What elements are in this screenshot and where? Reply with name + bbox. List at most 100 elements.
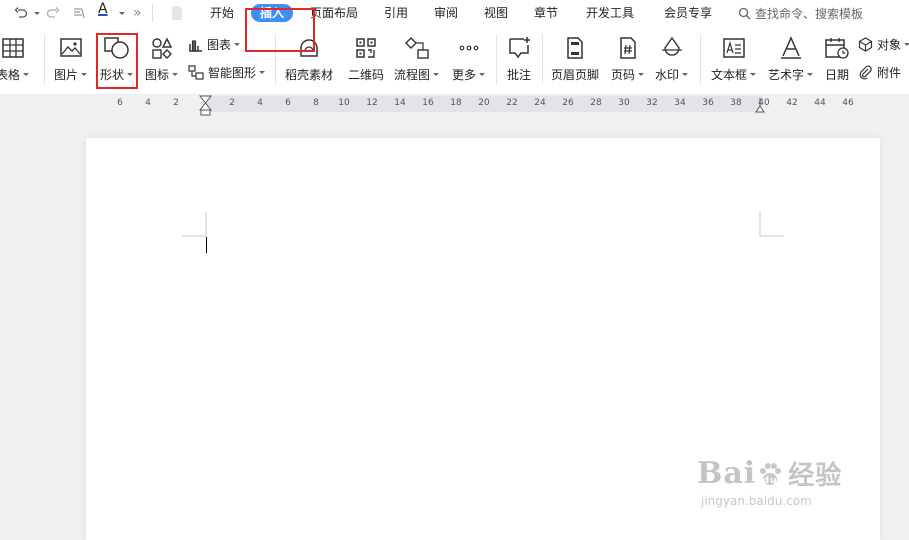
ruler-tick-label: 36 (702, 98, 714, 108)
search-box[interactable]: 查找命令、搜索模板 (738, 4, 863, 22)
top-left-margin-corner (182, 212, 207, 237)
watermark-button[interactable]: 水印 (655, 36, 689, 83)
insert-tab-highlight (245, 8, 315, 52)
more-quick-access-icon[interactable]: » (133, 4, 142, 22)
tab-page-layout[interactable]: 页面布局 (310, 4, 358, 22)
ruler-tick-label: 42 (786, 98, 798, 108)
ruler-tick-label: 4 (257, 98, 263, 108)
table-label: 表格 (0, 68, 21, 82)
shape-button-highlight (96, 33, 138, 89)
table-button[interactable]: 表格 (0, 36, 30, 83)
object-button[interactable]: 对象 (858, 36, 909, 53)
textbox-label: 文本框 (711, 68, 748, 82)
comment-icon (509, 37, 530, 59)
font-color-button[interactable]: A (98, 2, 108, 20)
picture-label: 图片 (54, 68, 79, 82)
ruler-tick-label: 14 (394, 98, 406, 108)
tab-view[interactable]: 视图 (484, 4, 508, 22)
qrcode-button[interactable]: 二维码 (348, 36, 384, 83)
ruler-tick-label: 46 (842, 98, 854, 108)
ruler-tick-label: 4 (145, 98, 151, 108)
icon-library-label: 图标 (145, 68, 170, 82)
font-color-letter: A (98, 1, 108, 17)
qrcode-label: 二维码 (348, 68, 385, 82)
icon-library-icon (151, 37, 172, 59)
menu-separator (152, 4, 153, 22)
baidu-watermark: Bai du 经验 jingyan.baidu.com (697, 455, 842, 508)
paperclip-icon (859, 65, 872, 80)
date-button[interactable]: 日期 (824, 36, 850, 83)
comment-button[interactable]: 批注 (507, 36, 531, 83)
date-label: 日期 (824, 68, 849, 82)
more-symbol: » (133, 5, 142, 21)
tab-developer[interactable]: 开发工具 (586, 4, 634, 22)
ruler-tick-label: 44 (814, 98, 826, 108)
tab-member[interactable]: 会员专享 (664, 4, 712, 22)
watermark-icon (661, 36, 682, 56)
ruler-tick-label: 8 (313, 98, 319, 108)
calendar-icon (825, 38, 849, 59)
chart-button[interactable]: 图表 (188, 36, 241, 53)
chart-icon (189, 39, 202, 52)
flowchart-label: 流程图 (394, 68, 431, 82)
ruler-tick-label: 24 (534, 98, 546, 108)
tab-review[interactable]: 审阅 (434, 4, 458, 22)
more-button[interactable]: 更多 (452, 36, 486, 83)
ruler-tick-label: 38 (730, 98, 742, 108)
document-icon (170, 4, 184, 22)
textbox-icon (722, 38, 745, 58)
search-icon (738, 7, 751, 19)
comment-label: 批注 (507, 68, 532, 82)
baidu-logo: Bai du 经验 (697, 456, 843, 491)
indent-marker-icon[interactable] (199, 95, 212, 116)
undo-icon[interactable] (14, 4, 28, 22)
header-footer-button[interactable]: 页眉页脚 (551, 36, 599, 83)
wordart-button[interactable]: 艺术字 (768, 36, 814, 83)
attachment-label: 附件 (877, 66, 902, 80)
page-number-button[interactable]: 页码 (611, 36, 645, 83)
header-footer-label: 页眉页脚 (551, 68, 600, 82)
wordart-icon (780, 36, 801, 59)
baidu-jingyan-url: jingyan.baidu.com (701, 494, 812, 508)
horizontal-ruler[interactable]: 6 4 2 2 4 6 8 10 12 14 16 18 20 22 24 26 28 30 32 34 36 38 40 4… (0, 94, 909, 116)
picture-button[interactable]: 图片 (54, 36, 88, 83)
redo-icon[interactable] (46, 4, 60, 22)
text-cursor (206, 237, 207, 253)
qrcode-icon (356, 38, 376, 58)
svg-text:du: du (763, 476, 778, 486)
textbox-button[interactable]: 文本框 (711, 36, 757, 83)
ruler-tick-label: 6 (285, 98, 291, 108)
smart-graphic-label: 智能图形 (208, 66, 257, 80)
ruler-tick-label: 20 (478, 98, 490, 108)
right-indent-marker-icon[interactable] (755, 97, 765, 113)
font-color-dropdown-icon[interactable] (116, 4, 125, 22)
ruler-tick-label: 10 (338, 98, 350, 108)
ruler-tick-label: 12 (366, 98, 378, 108)
ruler-tick-label: 26 (562, 98, 574, 108)
more-icon (459, 45, 478, 51)
page-number-icon (619, 37, 636, 59)
ruler-tick-label: 22 (506, 98, 518, 108)
chart-label: 图表 (207, 38, 232, 52)
tab-home[interactable]: 开始 (210, 4, 234, 22)
ruler-tick-label: 18 (450, 98, 462, 108)
paw-icon: du (760, 462, 782, 486)
ruler-tick-label: 34 (674, 98, 686, 108)
undo-dropdown-icon[interactable] (31, 4, 40, 22)
ribbon-separator (44, 34, 45, 84)
format-painter-icon[interactable] (72, 4, 86, 22)
menu-bar: A » 开始 插入 页面布局 引用 审阅 视图 章节 开发工具 会员专享 查找命… (0, 0, 909, 26)
tab-chapter[interactable]: 章节 (534, 4, 558, 22)
tab-references[interactable]: 引用 (384, 4, 408, 22)
material-label: 稻壳素材 (285, 68, 334, 82)
page-number-label: 页码 (611, 68, 636, 82)
object-label: 对象 (877, 38, 902, 52)
watermark-label: 水印 (655, 68, 680, 82)
ruler-tick-label: 16 (422, 98, 434, 108)
icon-library-button[interactable]: 图标 (145, 36, 179, 83)
attachment-button[interactable]: 附件 (858, 64, 901, 81)
ruler-tick-label: 6 (117, 98, 123, 108)
flowchart-button[interactable]: 流程图 (394, 36, 440, 83)
search-placeholder: 查找命令、搜索模板 (755, 6, 864, 21)
smart-graphic-button[interactable]: 智能图形 (188, 64, 266, 81)
